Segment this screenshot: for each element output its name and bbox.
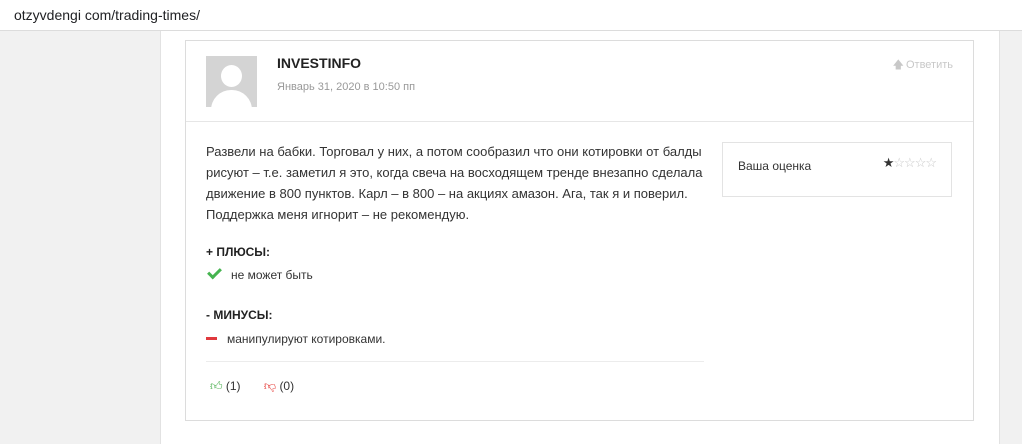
rating-box: Ваша оценка ★☆☆☆☆ [722,142,952,197]
vote-bar: 👍︎ (1) 👎︎ (0) [210,379,314,394]
comment-text: Развели на бабки. Торговал у них, а пото… [206,144,703,222]
pros-item-label: не может быть [231,268,313,282]
comment-header: INVESTINFO Январь 31, 2020 в 10:50 пп 🡅 О… [186,41,973,122]
url-text[interactable]: otzyvdengi com/trading-times/ [14,7,200,23]
pros-heading: + ПЛЮСЫ: [206,245,271,259]
cons-heading: - МИНУСЫ: [206,308,273,322]
divider [206,361,704,362]
like-button[interactable]: 👍︎ (1) [210,379,241,393]
dislike-count: (0) [279,379,295,393]
reply-button[interactable]: 🡅 Ответить [893,56,953,75]
star-icon[interactable]: ☆ [925,155,937,170]
checkmark-icon [207,264,222,280]
minus-icon [206,337,217,340]
avatar [206,56,257,107]
star-rating[interactable]: ★☆☆☆☆ [883,155,937,171]
arrow-up-icon: 🡅 [892,59,904,71]
rating-label: Ваша оценка [738,159,812,173]
star-icon[interactable]: ★ [883,155,895,170]
thumbs-down-icon: 👎︎ [263,379,277,393]
cons-item-label: манипулируют котировками. [227,332,386,346]
star-icon[interactable]: ☆ [904,155,916,170]
thumbs-up-icon: 👍︎ [210,379,223,393]
cons-item: манипулируют котировками. [206,332,386,346]
page-content: INVESTINFO Январь 31, 2020 в 10:50 пп 🡅 О… [160,31,1000,444]
comment-author: INVESTINFO [277,55,362,71]
address-bar[interactable]: otzyvdengi com/trading-times/ [0,0,1022,31]
dislike-button[interactable]: 👎︎ (0) [264,379,294,393]
star-icon[interactable]: ☆ [915,155,927,170]
avatar-body-shape [211,90,252,107]
star-icon[interactable]: ☆ [893,155,905,170]
comment-card: INVESTINFO Январь 31, 2020 в 10:50 пп 🡅 О… [185,40,974,421]
avatar-head-shape [221,65,242,87]
like-count: (1) [225,379,241,393]
reply-label: Ответить [905,59,953,71]
comment-date: Январь 31, 2020 в 10:50 пп [277,81,416,93]
pros-item: не может быть [206,264,313,282]
